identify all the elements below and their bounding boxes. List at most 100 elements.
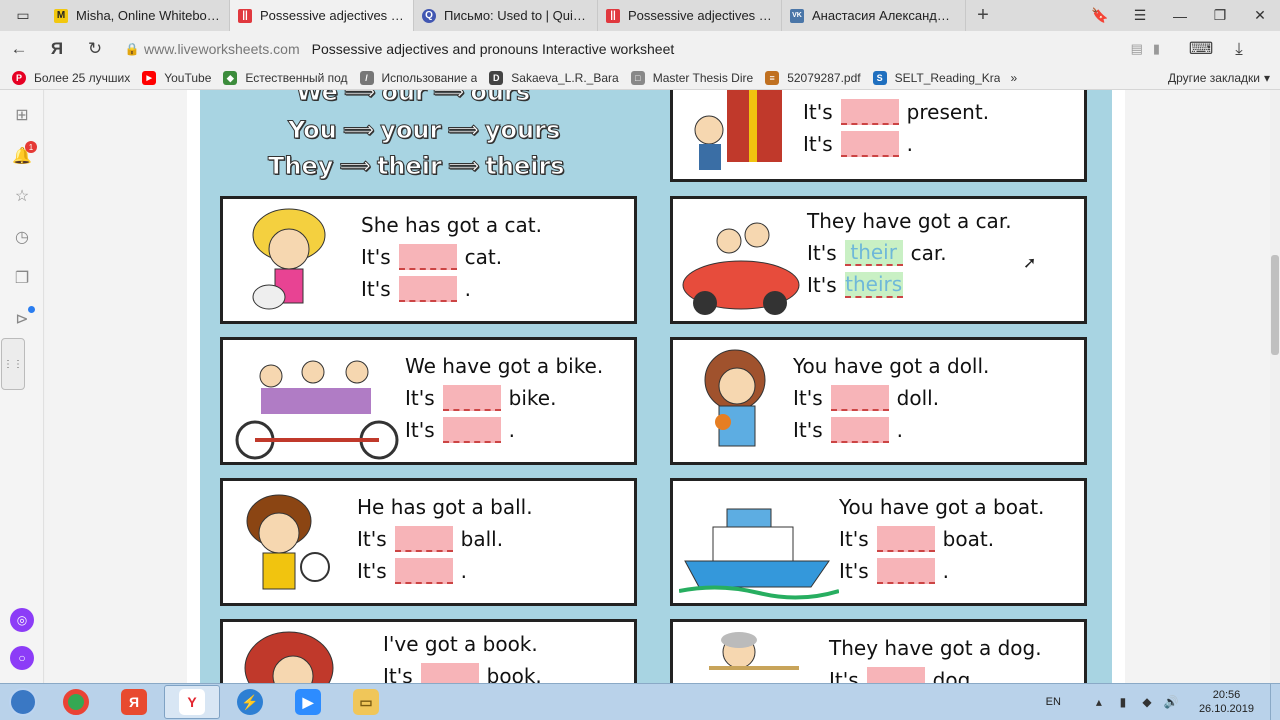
language-indicator[interactable]: EN bbox=[1046, 696, 1061, 708]
answer-blank-2[interactable] bbox=[840, 131, 899, 157]
bookmark-item[interactable]: ▶ YouTube bbox=[142, 71, 211, 85]
tabs-menu-icon[interactable]: ▭ bbox=[0, 0, 46, 31]
scrollbar-thumb[interactable] bbox=[1271, 255, 1279, 355]
video-play-icon[interactable]: ⊳ bbox=[11, 306, 35, 330]
yandex-icon: Y bbox=[179, 689, 205, 715]
start-button[interactable] bbox=[0, 684, 46, 720]
arrow-right-icon: ⟹ bbox=[447, 117, 480, 143]
card-sentence: They have got a car. bbox=[807, 209, 1012, 233]
taskbar-zoom[interactable]: ▶ bbox=[280, 685, 336, 719]
security-icon[interactable]: ◆ bbox=[1137, 695, 1157, 709]
notifications-bell-icon[interactable]: 🔔 1 bbox=[11, 141, 37, 167]
chrome-icon bbox=[63, 689, 89, 715]
browser-sidebar: ⊞ 🔔 1 ☆ ◷ ❐ ⊳ ⋮⋮ ◎ ○ bbox=[0, 90, 44, 683]
apps-grid-icon[interactable]: ⊞ bbox=[11, 104, 33, 126]
bookmark-item[interactable]: / Использование а bbox=[359, 71, 477, 85]
youtube-icon: ▶ bbox=[142, 71, 157, 85]
translate-icon[interactable]: ⌨ bbox=[1182, 39, 1220, 59]
mouse-cursor-icon: ➚ bbox=[1023, 255, 1037, 272]
windows-logo-icon bbox=[9, 688, 37, 716]
answer-blank-2[interactable] bbox=[876, 558, 935, 584]
answer-blank-1[interactable] bbox=[394, 526, 453, 552]
bookmark-item[interactable]: ≡ 52079287.pdf bbox=[765, 71, 861, 85]
answer-blank-2[interactable]: theirs bbox=[844, 272, 903, 298]
download-icon[interactable]: ⤓ bbox=[1220, 39, 1258, 59]
answer-blank-2[interactable] bbox=[398, 276, 457, 302]
zoom-camera-icon: ▶ bbox=[295, 689, 321, 715]
taskbar-yandex[interactable]: Y bbox=[164, 685, 220, 719]
volume-icon[interactable]: 🔊 bbox=[1161, 695, 1181, 709]
bookmark-icon[interactable]: 🔖 bbox=[1080, 7, 1120, 24]
exercise-card-boat: You have got a boat. It's boat. It's. bbox=[670, 478, 1087, 606]
exercise-card-present: It's present. It's. bbox=[670, 90, 1087, 182]
answer-blank-1[interactable] bbox=[876, 526, 935, 552]
answer-blank-2[interactable] bbox=[394, 558, 453, 584]
yandex-logo-icon[interactable]: Я bbox=[38, 39, 76, 59]
card-sentence: She has got a cat. bbox=[361, 213, 542, 237]
bookmarks-more-button[interactable]: » bbox=[1010, 71, 1017, 85]
restore-button[interactable]: ❐ bbox=[1200, 7, 1240, 24]
bookmark-item[interactable]: S SELT_Reading_Kra bbox=[872, 71, 1000, 85]
taskbar-yandex-browser[interactable]: Я bbox=[106, 685, 162, 719]
bookmark-item[interactable]: P Более 25 лучших bbox=[12, 71, 130, 85]
reload-icon[interactable]: ↻ bbox=[76, 39, 114, 59]
page-scrollbar[interactable] bbox=[1270, 90, 1280, 683]
tab-title: Письмо: Used to | Quizlet bbox=[444, 8, 589, 23]
document-icon: D bbox=[489, 71, 504, 85]
bookmark-item[interactable]: □ Master Thesis Dire bbox=[630, 71, 753, 85]
pronoun-chart-row: You ⟹ your ⟹ yours bbox=[288, 116, 561, 145]
history-clock-icon[interactable]: ◷ bbox=[11, 226, 33, 248]
answer-blank-1[interactable]: their bbox=[844, 240, 903, 266]
lock-icon: 🔒 bbox=[124, 42, 140, 56]
menu-icon[interactable]: ☰ bbox=[1120, 7, 1160, 24]
card-sentence: We have got a bike. bbox=[405, 354, 604, 378]
favorites-star-icon[interactable]: ☆ bbox=[11, 185, 33, 207]
reader-mode-icon[interactable]: ▤▮ bbox=[1131, 41, 1170, 57]
answer-blank-2[interactable] bbox=[830, 417, 889, 443]
answer-blank-1[interactable] bbox=[420, 663, 479, 683]
clock-time: 20:56 bbox=[1212, 689, 1241, 701]
quizlet-favicon-icon: Q bbox=[422, 8, 436, 23]
exercise-card-dog: They have got a dog. It's dog. bbox=[670, 619, 1087, 683]
exercise-card-ball: He has got a ball. It's ball. It's. bbox=[220, 478, 637, 606]
tab-title: Possessive adjectives and bbox=[260, 8, 405, 23]
tab-2[interactable]: Q Письмо: Used to | Quizlet bbox=[414, 0, 598, 31]
show-desktop-button[interactable] bbox=[1270, 683, 1280, 720]
tab-0[interactable]: M Misha, Online Whiteboard f bbox=[46, 0, 230, 31]
tab-4[interactable]: VK Анастасия Александровна bbox=[782, 0, 966, 31]
tab-3[interactable]: || Possessive adjectives and p bbox=[598, 0, 782, 31]
page-content: We ⟹ our ⟹ ours You ⟹ your ⟹ yours They … bbox=[45, 90, 1270, 683]
taskbar-chrome[interactable] bbox=[48, 685, 104, 719]
collections-icon[interactable]: ❐ bbox=[11, 267, 33, 289]
answer-blank-1[interactable] bbox=[830, 385, 889, 411]
pronoun-chart-row: We ⟹ our ⟹ ours bbox=[296, 90, 531, 107]
answer-blank-1[interactable] bbox=[442, 385, 501, 411]
network-signal-icon[interactable]: ▮ bbox=[1113, 695, 1133, 709]
other-bookmarks-button[interactable]: Другие закладки ▾ bbox=[1168, 71, 1270, 85]
answer-blank-1[interactable] bbox=[398, 244, 457, 270]
sidebar-drag-handle[interactable]: ⋮⋮ bbox=[1, 338, 25, 390]
back-arrow-icon[interactable]: ← bbox=[0, 39, 38, 59]
bookmark-item[interactable]: D Sakaeva_L.R._Bara bbox=[489, 71, 619, 85]
bookmarks-bar: P Более 25 лучших ▶ YouTube ◆ Естественн… bbox=[0, 67, 1280, 90]
page-icon: □ bbox=[630, 71, 645, 85]
tray-expand-icon[interactable]: ▴ bbox=[1089, 695, 1109, 709]
card-sentence: You have got a doll. bbox=[793, 354, 990, 378]
answer-blank-1[interactable] bbox=[840, 99, 899, 125]
minimize-button[interactable]: — bbox=[1160, 8, 1200, 24]
taskbar-explorer[interactable]: ▭ bbox=[338, 685, 394, 719]
answer-blank-1[interactable] bbox=[866, 667, 925, 683]
alice-assistant-icon[interactable]: ◎ bbox=[10, 608, 34, 632]
close-button[interactable]: ✕ bbox=[1240, 7, 1280, 24]
url-field[interactable]: 🔒 www.liveworksheets.com Possessive adje… bbox=[120, 35, 1170, 63]
address-bar: ← Я ↻ 🔒 www.liveworksheets.com Possessiv… bbox=[0, 31, 1280, 67]
tandem-bike-illustration bbox=[229, 346, 405, 469]
new-tab-button[interactable]: + bbox=[966, 0, 1000, 31]
tab-1[interactable]: || Possessive adjectives and bbox=[230, 0, 414, 31]
taskbar-flash-app[interactable]: ⚡ bbox=[222, 685, 278, 719]
clock[interactable]: 20:56 26.10.2019 bbox=[1199, 688, 1254, 716]
answer-blank-2[interactable] bbox=[442, 417, 501, 443]
alice-voice-icon[interactable]: ○ bbox=[10, 646, 34, 670]
bookmark-item[interactable]: ◆ Естественный под bbox=[223, 71, 348, 85]
family-car-illustration bbox=[679, 205, 809, 328]
